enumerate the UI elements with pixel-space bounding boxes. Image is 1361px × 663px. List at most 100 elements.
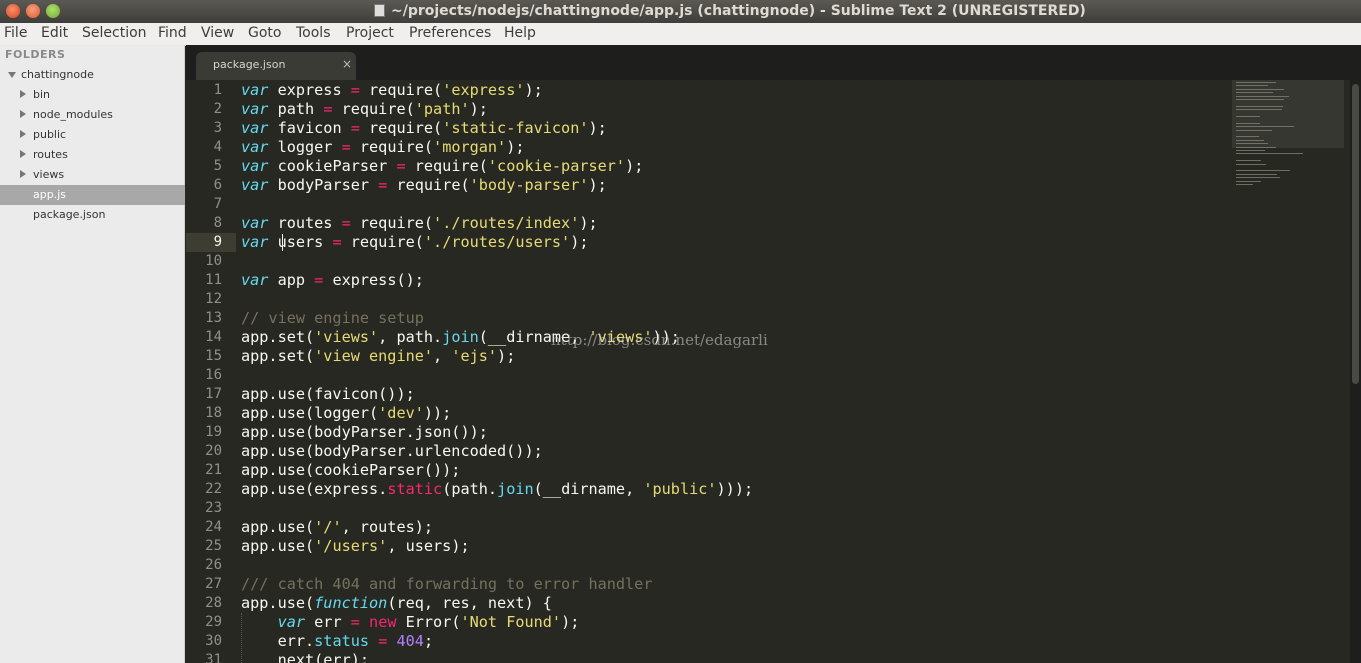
minimap-line xyxy=(1236,184,1253,185)
code-token: err. xyxy=(241,632,315,650)
code-token: new xyxy=(369,613,397,631)
close-icon[interactable]: × xyxy=(342,57,352,71)
sidebar-folder-root[interactable]: chattingnode xyxy=(0,65,185,85)
minimap-viewport[interactable] xyxy=(1232,80,1344,148)
code-token: ); xyxy=(506,138,525,156)
menu-preferences[interactable]: Preferences xyxy=(409,25,491,41)
minimap-line xyxy=(1236,105,1283,107)
minimap-line xyxy=(1236,163,1266,165)
sidebar-folder-views[interactable]: views xyxy=(0,165,185,185)
code-token: require( xyxy=(359,119,443,137)
code-line[interactable]: next(err); xyxy=(241,651,369,663)
code-token: ); xyxy=(588,176,607,194)
maximize-icon[interactable] xyxy=(46,4,60,18)
minimap-line xyxy=(1236,126,1294,128)
code-line[interactable]: app.use(function(req, res, next) { xyxy=(241,594,552,613)
code-token: app.use(logger( xyxy=(241,404,379,422)
disclosure-open-icon[interactable] xyxy=(8,72,16,78)
code-token: 'public' xyxy=(643,480,717,498)
code-line[interactable]: // view engine setup xyxy=(241,309,424,328)
code-token: var xyxy=(241,176,269,194)
line-number: 3 xyxy=(213,120,222,136)
sidebar-folder-routes[interactable]: routes xyxy=(0,145,185,165)
code-line[interactable]: /// catch 404 and forwarding to error ha… xyxy=(241,575,652,594)
code-token: = xyxy=(341,138,351,156)
code-token: ; xyxy=(423,632,434,650)
scrollbar-thumb[interactable] xyxy=(1352,84,1359,384)
sidebar-folder-node-modules[interactable]: node_modules xyxy=(0,105,185,125)
code-token: , xyxy=(433,347,452,365)
code-line[interactable]: err.status = 404; xyxy=(241,632,434,651)
code-line[interactable]: var path = require('path'); xyxy=(241,100,488,119)
code-line[interactable]: app.use(cookieParser()); xyxy=(241,461,460,480)
menu-file[interactable]: File xyxy=(4,25,27,41)
code-line[interactable]: app.use('/', routes); xyxy=(241,518,433,537)
disclosure-closed-icon[interactable] xyxy=(20,170,26,178)
code-editor[interactable]: 1 var express = require('express'); 2 var p… xyxy=(186,80,1361,663)
code-token: status xyxy=(314,632,370,650)
sidebar-item-label: node_modules xyxy=(33,108,113,121)
minimize-icon[interactable] xyxy=(26,4,40,18)
menu-view[interactable]: View xyxy=(201,25,234,41)
code-line[interactable]: app.use(express.static(path.join(__dirna… xyxy=(241,480,753,499)
sidebar-file-package-json[interactable]: package.json xyxy=(0,205,185,225)
code-line[interactable]: var err = new Error('Not Found'); xyxy=(241,613,580,632)
line-number: 22 xyxy=(205,481,222,497)
close-icon[interactable] xyxy=(6,4,20,18)
minimap-line xyxy=(1236,82,1276,83)
watermark: http://blog.csdn.net/edagarli xyxy=(551,331,768,349)
code-token: var xyxy=(241,100,269,118)
code-line[interactable]: app.use(bodyParser.json()); xyxy=(241,423,488,442)
minimap-line xyxy=(1236,143,1269,145)
sidebar-folder-bin[interactable]: bin xyxy=(0,85,185,105)
code-token: app.use( xyxy=(241,594,315,612)
vertical-scrollbar[interactable] xyxy=(1350,80,1361,663)
disclosure-closed-icon[interactable] xyxy=(20,130,26,138)
line-number: 13 xyxy=(205,310,222,326)
code-line[interactable]: var bodyParser = require('body-parser'); xyxy=(241,176,607,195)
menu-edit[interactable]: Edit xyxy=(41,25,68,41)
menu-help[interactable]: Help xyxy=(504,25,536,41)
disclosure-closed-icon[interactable] xyxy=(20,110,26,118)
disclosure-closed-icon[interactable] xyxy=(20,90,26,98)
code-line[interactable]: var routes = require('./routes/index'); xyxy=(241,214,598,233)
code-line[interactable]: app.use(bodyParser.urlencoded()); xyxy=(241,442,543,461)
code-line[interactable]: var cookieParser = require('cookie-parse… xyxy=(241,157,643,176)
menu-find[interactable]: Find xyxy=(158,25,187,41)
disclosure-closed-icon[interactable] xyxy=(20,150,26,158)
code-line[interactable]: app.use(favicon()); xyxy=(241,385,415,404)
line-number: 11 xyxy=(205,272,222,288)
sidebar-folder-public[interactable]: public xyxy=(0,125,185,145)
line-number: 2 xyxy=(213,101,222,117)
menu-project[interactable]: Project xyxy=(346,25,394,41)
code-line[interactable]: var favicon = require('static-favicon'); xyxy=(241,119,607,138)
sidebar-file-app-js[interactable]: app.js xyxy=(0,185,185,205)
minimap[interactable] xyxy=(1232,80,1344,220)
code-line[interactable]: var logger = require('morgan'); xyxy=(241,138,525,157)
code-line[interactable]: var app = express(); xyxy=(241,271,424,290)
code-token: = xyxy=(350,613,360,631)
menu-goto[interactable]: Goto xyxy=(248,25,281,41)
code-token: 'path' xyxy=(414,100,470,118)
line-number: 24 xyxy=(205,519,222,535)
code-token: ); xyxy=(570,233,589,251)
menu-bar: File Edit Selection Find View Goto Tools… xyxy=(0,23,1361,46)
tab-bar: package.json × xyxy=(186,45,1361,80)
code-line[interactable]: var express = require('express'); xyxy=(241,81,543,100)
code-line[interactable]: app.use('/users', users); xyxy=(241,537,470,556)
line-number: 31 xyxy=(205,652,222,663)
line-number: 14 xyxy=(205,329,222,345)
tab-package-json[interactable]: package.json × xyxy=(196,52,356,80)
code-token: app.set( xyxy=(241,347,315,365)
code-line[interactable]: app.use(logger('dev')); xyxy=(241,404,451,423)
code-line[interactable]: app.set('view engine', 'ejs'); xyxy=(241,347,515,366)
code-token: ); xyxy=(588,119,607,137)
line-number: 7 xyxy=(213,196,222,212)
line-number: 5 xyxy=(213,158,222,174)
code-token: , users); xyxy=(387,537,470,555)
menu-tools[interactable]: Tools xyxy=(296,25,331,41)
code-line[interactable]: var users = require('./routes/users'); xyxy=(241,233,589,252)
menu-selection[interactable]: Selection xyxy=(82,25,147,41)
